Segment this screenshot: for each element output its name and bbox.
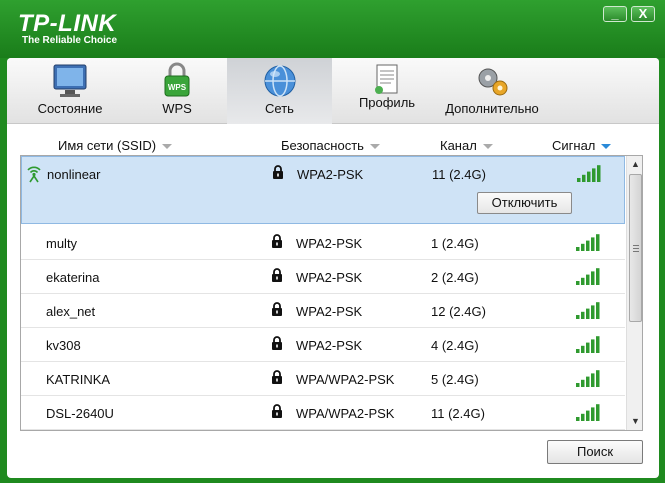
tagline: The Reliable Choice <box>22 35 118 46</box>
sort-arrow-active-icon <box>601 144 612 150</box>
network-security: WPA2-PSK <box>296 304 363 319</box>
tab-wps-label: WPS <box>162 101 192 116</box>
network-channel: 5 (2.4G) <box>431 372 479 387</box>
network-row[interactable]: ekaterina WPA2-PSK 2 (2.4G) <box>21 260 625 294</box>
tab-bar: Состояние WPS WPS Сеть Профиль Дополните… <box>7 58 659 124</box>
network-list[interactable]: nonlinear WPA2-PSK 11 (2.4G) Отключить multy… <box>20 155 643 431</box>
column-signal-label: Сигнал <box>552 138 596 153</box>
tab-status[interactable]: Состояние <box>25 58 115 124</box>
sort-arrow-icon <box>369 144 380 150</box>
tab-status-label: Состояние <box>37 101 103 116</box>
network-security: WPA2-PSK <box>297 167 364 182</box>
network-channel: 11 (2.4G) <box>431 406 485 421</box>
network-row[interactable]: kv308 WPA2-PSK 4 (2.4G) <box>21 328 625 362</box>
network-ssid: alex_net <box>46 304 96 319</box>
network-channel: 2 (2.4G) <box>431 270 479 285</box>
network-security: WPA2-PSK <box>296 270 363 285</box>
svg-text:WPS: WPS <box>168 83 187 92</box>
network-ssid: kv308 <box>46 338 81 353</box>
search-button[interactable]: Поиск <box>547 440 643 464</box>
network-ssid: multy <box>46 236 78 251</box>
network-ssid: ekaterina <box>46 270 100 285</box>
lock-icon <box>272 268 282 282</box>
tab-profile-label: Профиль <box>358 95 416 110</box>
sort-arrow-icon <box>162 144 173 150</box>
tab-profile[interactable]: Профиль <box>342 58 432 124</box>
column-signal[interactable]: Сигнал <box>552 138 612 153</box>
network-security: WPA2-PSK <box>296 236 363 251</box>
signal-strength-icon <box>576 336 600 353</box>
main-panel: Состояние WPS WPS Сеть Профиль Дополните… <box>7 58 659 478</box>
network-ssid: KATRINKA <box>46 372 111 387</box>
lock-icon <box>272 302 282 316</box>
network-security: WPA/WPA2-PSK <box>296 406 395 421</box>
signal-strength-icon <box>576 404 600 421</box>
signal-strength-icon <box>576 268 600 285</box>
scroll-down-arrow-icon[interactable]: ▼ <box>627 413 642 430</box>
network-row[interactable]: DSL-2640U WPA/WPA2-PSK 11 (2.4G) <box>21 396 625 430</box>
column-headers: Имя сети (SSID) Безопасность Канал Сигна… <box>7 124 659 158</box>
network-row[interactable]: KATRINKA WPA/WPA2-PSK 5 (2.4G) <box>21 362 625 396</box>
column-channel[interactable]: Канал <box>440 138 493 153</box>
globe-icon <box>264 65 295 97</box>
signal-strength-icon <box>576 302 600 319</box>
scroll-thumb[interactable] <box>629 174 642 322</box>
network-channel: 12 (2.4G) <box>431 304 486 319</box>
disconnect-button[interactable]: Отключить <box>477 192 572 214</box>
signal-strength-icon <box>576 234 600 251</box>
scroll-grip-icon <box>633 245 639 252</box>
vertical-scrollbar[interactable]: ▲ ▼ <box>626 156 642 430</box>
lock-icon <box>272 234 282 248</box>
tab-advanced[interactable]: Дополнительно <box>437 58 547 124</box>
network-row[interactable]: multy WPA2-PSK 1 (2.4G) <box>21 226 625 260</box>
network-ssid: DSL-2640U <box>46 406 114 421</box>
column-channel-label: Канал <box>440 138 477 153</box>
tab-network[interactable]: Сеть <box>227 58 332 124</box>
network-row[interactable]: alex_net WPA2-PSK 12 (2.4G) <box>21 294 625 328</box>
gears-icon <box>478 68 508 96</box>
network-channel: 4 (2.4G) <box>431 338 479 353</box>
minimize-button[interactable]: _ <box>603 6 627 22</box>
monitor-icon <box>53 64 87 97</box>
tab-advanced-label: Дополнительно <box>445 101 539 116</box>
signal-strength-icon <box>577 165 601 182</box>
lock-icon <box>273 165 283 179</box>
column-security[interactable]: Безопасность <box>281 138 380 153</box>
sort-arrow-icon <box>482 144 493 150</box>
network-channel: 11 (2.4G) <box>432 167 486 182</box>
network-ssid: nonlinear <box>47 167 101 182</box>
tp-link-logo: TP-LINK <box>18 10 117 37</box>
scroll-up-arrow-icon[interactable]: ▲ <box>627 156 642 173</box>
title-bar: TP-LINK The Reliable Choice _ X <box>0 0 665 58</box>
network-channel: 1 (2.4G) <box>431 236 479 251</box>
close-button[interactable]: X <box>631 6 655 22</box>
column-ssid-label: Имя сети (SSID) <box>58 138 157 153</box>
connected-wifi-icon <box>27 166 41 183</box>
lock-icon <box>272 370 282 384</box>
tab-wps[interactable]: WPS WPS <box>137 58 217 124</box>
lock-icon <box>272 336 282 350</box>
column-ssid[interactable]: Имя сети (SSID) <box>58 138 173 153</box>
tab-network-label: Сеть <box>265 101 294 116</box>
network-row-connected[interactable]: nonlinear WPA2-PSK 11 (2.4G) Отключить <box>21 156 625 224</box>
network-security: WPA2-PSK <box>296 338 363 353</box>
network-security: WPA/WPA2-PSK <box>296 372 395 387</box>
lock-icon <box>272 404 282 418</box>
wps-lock-icon: WPS <box>164 62 190 97</box>
column-security-label: Безопасность <box>281 138 364 153</box>
signal-strength-icon <box>576 370 600 387</box>
